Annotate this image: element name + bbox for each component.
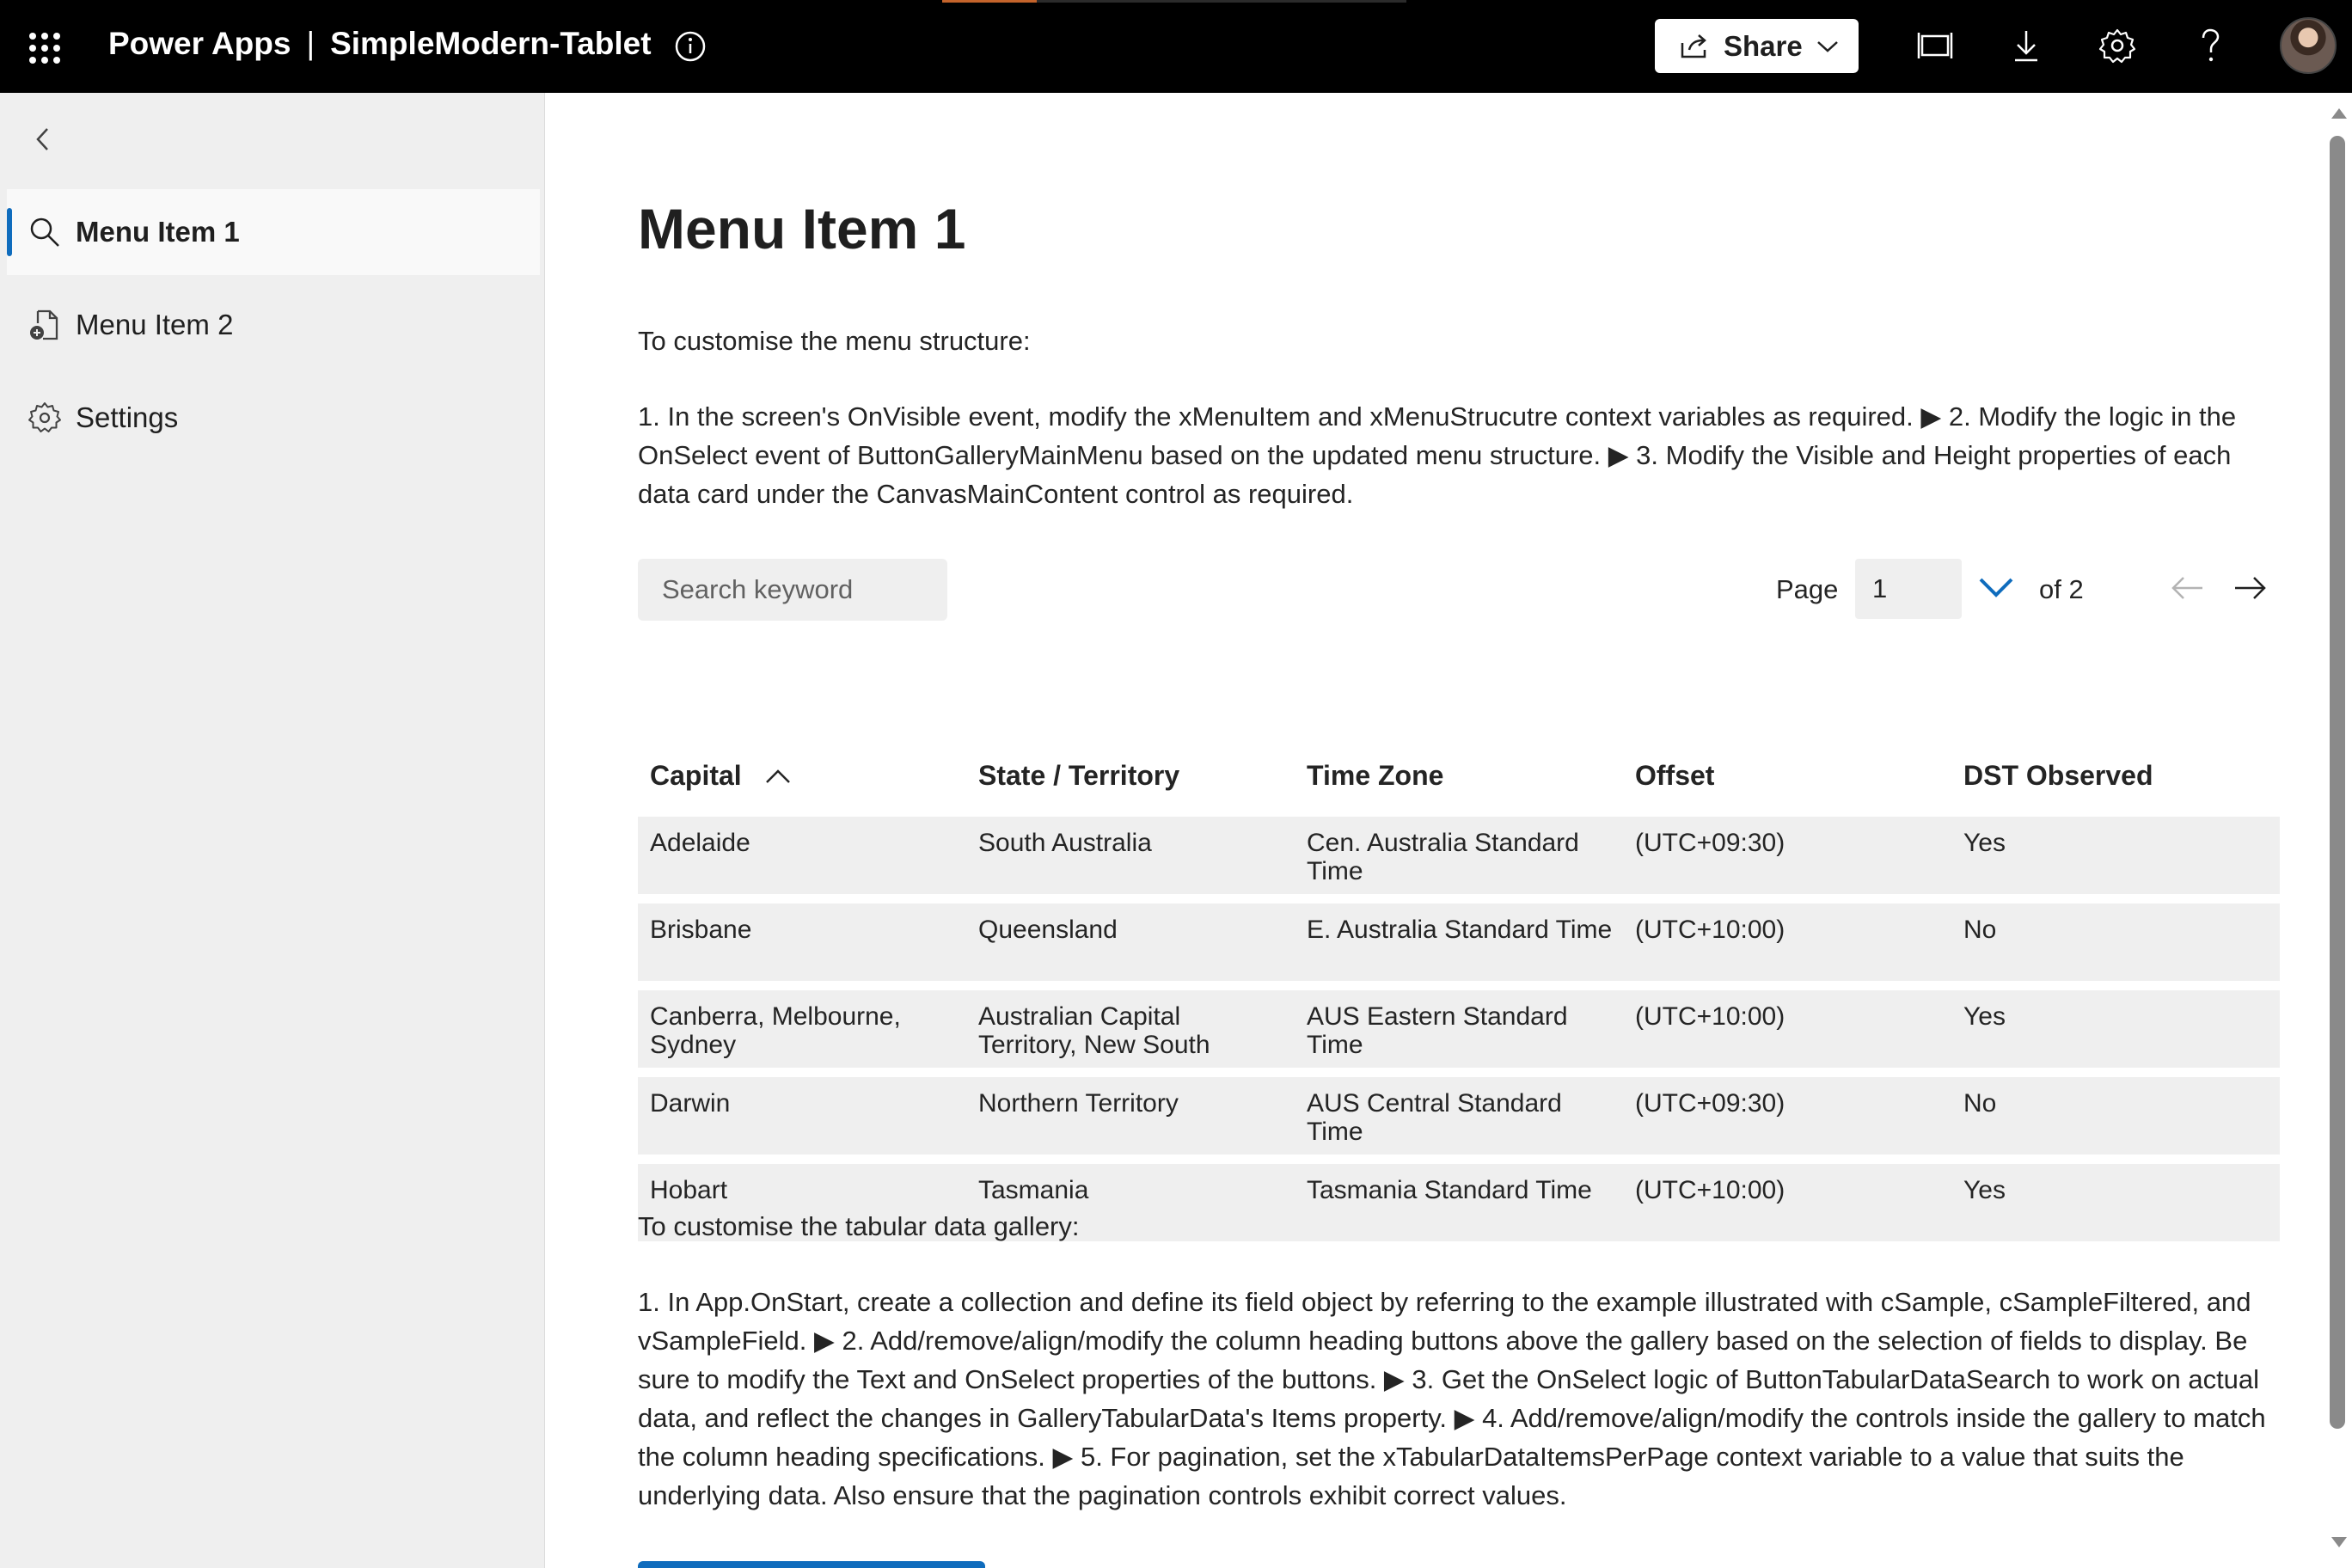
scroll-down-arrow-icon[interactable] [2331,1537,2347,1547]
chevron-down-icon [1816,40,1838,52]
app-name: SimpleModern-Tablet [330,26,652,61]
cell-state: South Australia [978,829,1152,857]
cell-dst: Yes [1963,829,2006,857]
download-icon[interactable] [2006,26,2046,65]
cell-state: Tasmania [978,1176,1089,1204]
app-header: Power Apps | SimpleModern-Tablet Share [0,0,2352,93]
page-title: Menu Item 1 [638,197,966,260]
sidebar-item-menu-item-2[interactable]: Menu Item 2 [7,282,540,368]
sort-ascending-icon[interactable] [763,765,793,787]
cell-offset: (UTC+10:00) [1635,916,1785,944]
primary-action-button[interactable] [638,1561,985,1568]
gallery-instructions-steps: 1. In App.OnStart, create a collection a… [638,1287,2266,1510]
share-button[interactable]: Share [1655,19,1859,73]
page-count: of 2 [2039,574,2084,604]
cell-state: Australian Capital Territory, New South [978,1002,1210,1059]
column-header-offset[interactable]: Offset [1635,760,1919,792]
brand-name: Power Apps [108,26,291,61]
chevron-down-icon[interactable] [1975,571,2017,605]
page-number-value: 1 [1872,573,1888,603]
cell-dst: Yes [1963,1002,2006,1031]
search-input[interactable]: Search keyword [638,559,947,621]
cell-time-zone: AUS Central Standard Time [1307,1089,1562,1146]
info-icon[interactable] [674,30,707,63]
document-add-icon [30,309,58,340]
search-icon [30,217,59,247]
column-header-capital[interactable]: Capital [650,760,942,792]
table-row[interactable]: Adelaide South Australia Cen. Australia … [638,817,2280,894]
avatar[interactable] [2280,17,2337,74]
fit-to-window-icon[interactable] [1915,26,1955,65]
help-icon[interactable] [2190,26,2230,65]
title-separator: | [306,26,315,61]
cell-time-zone: AUS Eastern Standard Time [1307,1002,1568,1059]
cell-dst: No [1963,1089,1997,1118]
table-row[interactable]: Darwin Northern Territory AUS Central St… [638,1077,2280,1155]
gear-icon[interactable] [2098,26,2137,65]
loading-indicator [942,0,1406,3]
scroll-up-arrow-icon[interactable] [2331,108,2347,119]
cell-offset: (UTC+10:00) [1635,1176,1785,1204]
cell-state: Queensland [978,916,1118,944]
collapse-sidebar-icon[interactable] [26,122,60,156]
cell-time-zone: E. Australia Standard Time [1307,916,1613,944]
cell-capital: Adelaide [650,829,750,857]
app-title: Power Apps | SimpleModern-Tablet [108,26,652,62]
tabular-data-gallery: Capital State / Territory Time Zone Offs… [638,746,2280,1251]
cell-time-zone: Tasmania Standard Time [1307,1176,1592,1204]
cell-offset: (UTC+10:00) [1635,1002,1785,1031]
cell-capital: Brisbane [650,916,752,944]
waffle-icon[interactable] [29,33,60,64]
sidebar-item-label: Menu Item 1 [76,216,240,248]
table-row[interactable]: Canberra, Melbourne, Sydney Australian C… [638,990,2280,1068]
scrollbar-thumb[interactable] [2330,136,2345,1429]
column-header-state[interactable]: State / Territory [978,760,1262,792]
menu-instructions-steps: 1. In the screen's OnVisible event, modi… [638,401,2237,509]
previous-page-icon[interactable] [2168,571,2208,605]
page-number-dropdown[interactable]: 1 [1855,559,1962,619]
cell-dst: Yes [1963,1176,2006,1204]
cell-state: Northern Territory [978,1089,1179,1118]
gallery-instructions-heading: To customise the tabular data gallery: [638,1211,1080,1241]
gear-icon [28,402,61,432]
cell-capital: Hobart [650,1176,728,1204]
main-content: Menu Item 1 To customise the menu struct… [545,93,2323,1568]
sidebar-item-menu-item-1[interactable]: Menu Item 1 [7,189,540,275]
menu-instructions-heading: To customise the menu structure: [638,326,1031,356]
share-label: Share [1724,29,1803,62]
table-row[interactable]: Brisbane Queensland E. Australia Standar… [638,903,2280,981]
search-placeholder: Search keyword [662,574,854,604]
column-header-time-zone[interactable]: Time Zone [1307,760,1616,792]
sidebar-item-label: Settings [76,401,179,433]
vertical-scrollbar[interactable] [2323,93,2352,1568]
cell-offset: (UTC+09:30) [1635,1089,1785,1118]
page-label: Page [1776,574,1839,604]
next-page-icon[interactable] [2230,571,2269,605]
table-header: Capital State / Territory Time Zone Offs… [638,746,2280,817]
cell-dst: No [1963,916,1997,944]
cell-capital: Canberra, Melbourne, Sydney [650,1002,901,1059]
cell-offset: (UTC+09:30) [1635,829,1785,857]
sidebar-item-settings[interactable]: Settings [7,375,540,461]
cell-time-zone: Cen. Australia Standard Time [1307,829,1579,885]
sidebar-item-label: Menu Item 2 [76,309,234,340]
share-icon [1681,34,1706,58]
column-header-dst[interactable]: DST Observed [1963,760,2221,792]
sidebar: Menu Item 1 Menu Item 2 Settings [0,93,545,1568]
cell-capital: Darwin [650,1089,731,1118]
